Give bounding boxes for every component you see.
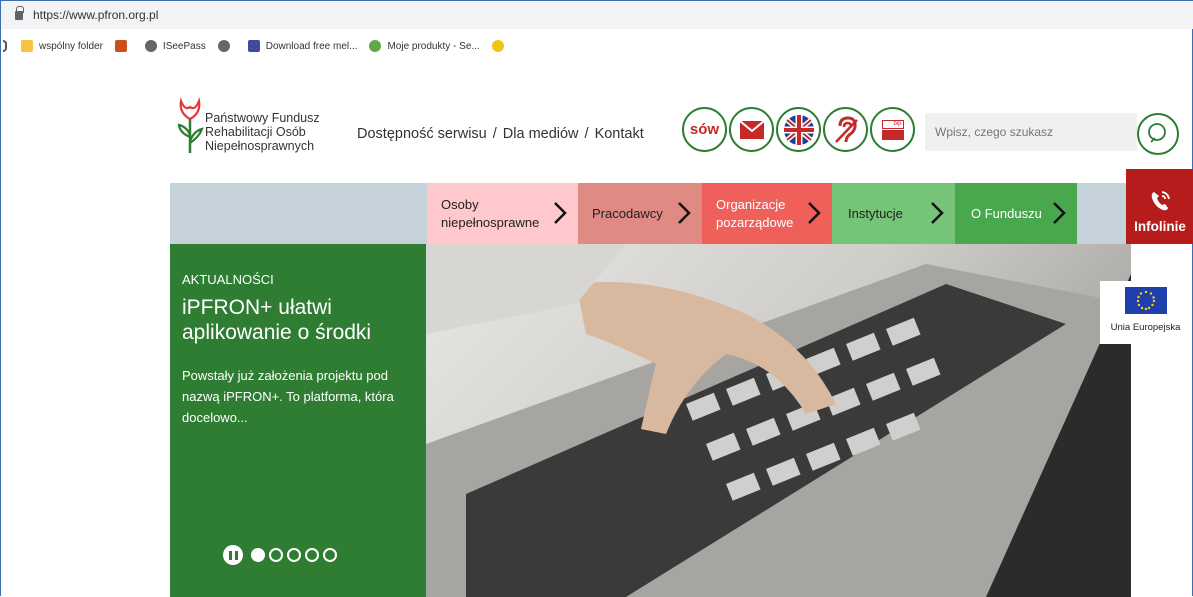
chevron-right-icon	[808, 202, 821, 224]
hearing-icon	[834, 115, 858, 143]
nav-label: O Funduszu	[971, 205, 1042, 221]
bip-icon: bip	[881, 119, 904, 140]
pfron-logo[interactable]: Państwowy Fundusz Rehabilitacji Osób Nie…	[175, 97, 345, 159]
laptop-keyboard-illustration	[426, 244, 1131, 597]
download-icon	[247, 40, 260, 52]
mail-button[interactable]	[729, 107, 774, 152]
chevron-right-icon	[1053, 202, 1066, 224]
folder-icon	[21, 40, 33, 52]
nav-label: Organizacje pozarządowe	[716, 196, 794, 230]
eu-badge[interactable]: Unia Europejska	[1100, 281, 1191, 344]
bookmark-app[interactable]	[114, 40, 133, 52]
pause-button[interactable]	[223, 545, 243, 565]
mail-icon	[491, 40, 504, 52]
lock-icon	[15, 5, 24, 20]
address-bar[interactable]: https://www.pfron.org.pl	[1, 1, 1193, 29]
news-headline[interactable]: iPFRON+ ułatwi aplikowanie o środki	[182, 295, 412, 345]
tulip-icon	[177, 97, 204, 153]
bookmark-globe[interactable]	[217, 40, 236, 52]
nav-organizacje-pozarzadowe[interactable]: Organizacje pozarządowe	[702, 183, 832, 244]
logo-line-2: Rehabilitacji Osób	[205, 125, 306, 139]
chevron-right-icon	[931, 202, 944, 224]
nav-osoby-niepelnosprawne[interactable]: Osoby niepełnosprawne	[427, 183, 578, 244]
bookmark-moje-produkty[interactable]: Moje produkty - Se...	[369, 40, 480, 52]
bookmark-download[interactable]: Download free mel...	[247, 40, 357, 52]
link-kontakt[interactable]: Kontakt	[595, 126, 644, 142]
search-button[interactable]	[1137, 113, 1179, 155]
slide-dot-2[interactable]	[269, 548, 283, 562]
eu-label: Unia Europejska	[1110, 322, 1181, 333]
browser-window: https://www.pfron.org.pl wspólny folder …	[0, 0, 1193, 597]
slide-dot-4[interactable]	[305, 548, 319, 562]
hearing-button[interactable]	[823, 107, 868, 152]
slider-controls	[223, 545, 337, 565]
nav-label: Pracodawcy	[592, 205, 663, 221]
news-lead: Powstały już założenia projektu pod nazw…	[182, 368, 394, 425]
slide-dot-1[interactable]	[251, 548, 265, 562]
nav-pracodawcy[interactable]: Pracodawcy	[578, 183, 702, 244]
globe-icon	[144, 40, 157, 52]
phone-icon	[1151, 191, 1170, 211]
search-icon	[1148, 123, 1166, 143]
nav-o-funduszu[interactable]: O Funduszu	[955, 183, 1077, 244]
globe-icon	[217, 40, 230, 52]
sow-icon: sów	[689, 121, 720, 138]
chevron-right-icon	[554, 202, 567, 224]
globe-icon	[369, 40, 382, 52]
app-icon	[114, 40, 127, 52]
link-dla-mediow[interactable]: Dla mediów	[503, 126, 579, 142]
hero-image[interactable]	[426, 244, 1131, 597]
link-dostepnosc[interactable]: Dostępność serwisu	[357, 126, 487, 142]
nav-instytucje[interactable]: Instytucje	[832, 183, 955, 244]
infolinie-button[interactable]: Infolinie	[1126, 169, 1193, 244]
logo-line-1: Państwowy Fundusz	[205, 111, 320, 125]
link-separator: /	[584, 126, 589, 142]
bookmark-edge-icon	[3, 40, 7, 52]
bip-button[interactable]: bip	[870, 107, 915, 152]
english-button[interactable]	[776, 107, 821, 152]
nav-label: Osoby niepełnosprawne	[441, 196, 540, 230]
bip-label: bip	[881, 119, 904, 129]
url-text[interactable]: https://www.pfron.org.pl	[33, 8, 158, 22]
chevron-right-icon	[678, 202, 691, 224]
uk-flag-icon	[783, 114, 814, 145]
logo-line-3: Niepełnosprawnych	[205, 139, 315, 153]
bookmark-wspolny-folder[interactable]: wspólny folder	[21, 40, 103, 52]
news-kicker: AKTUALNOŚCI	[182, 272, 274, 287]
bookmark-mail[interactable]	[491, 40, 510, 52]
slide-dot-3[interactable]	[287, 548, 301, 562]
search-input[interactable]	[925, 113, 1137, 151]
bookmark-iseepass[interactable]: ISeePass	[144, 40, 206, 52]
slide-dot-5[interactable]	[323, 548, 337, 562]
top-links: Dostępność serwisu / Dla mediów / Kontak…	[357, 126, 644, 142]
mail-icon	[739, 120, 764, 139]
sow-button[interactable]: sów	[682, 107, 727, 152]
infolinie-label: Infolinie	[1134, 219, 1186, 234]
bookmarks-bar: wspólny folder ISeePass Download free me…	[1, 35, 1193, 57]
eu-flag-icon	[1124, 287, 1167, 314]
link-separator: /	[492, 126, 497, 142]
nav-label: Instytucje	[848, 205, 903, 221]
